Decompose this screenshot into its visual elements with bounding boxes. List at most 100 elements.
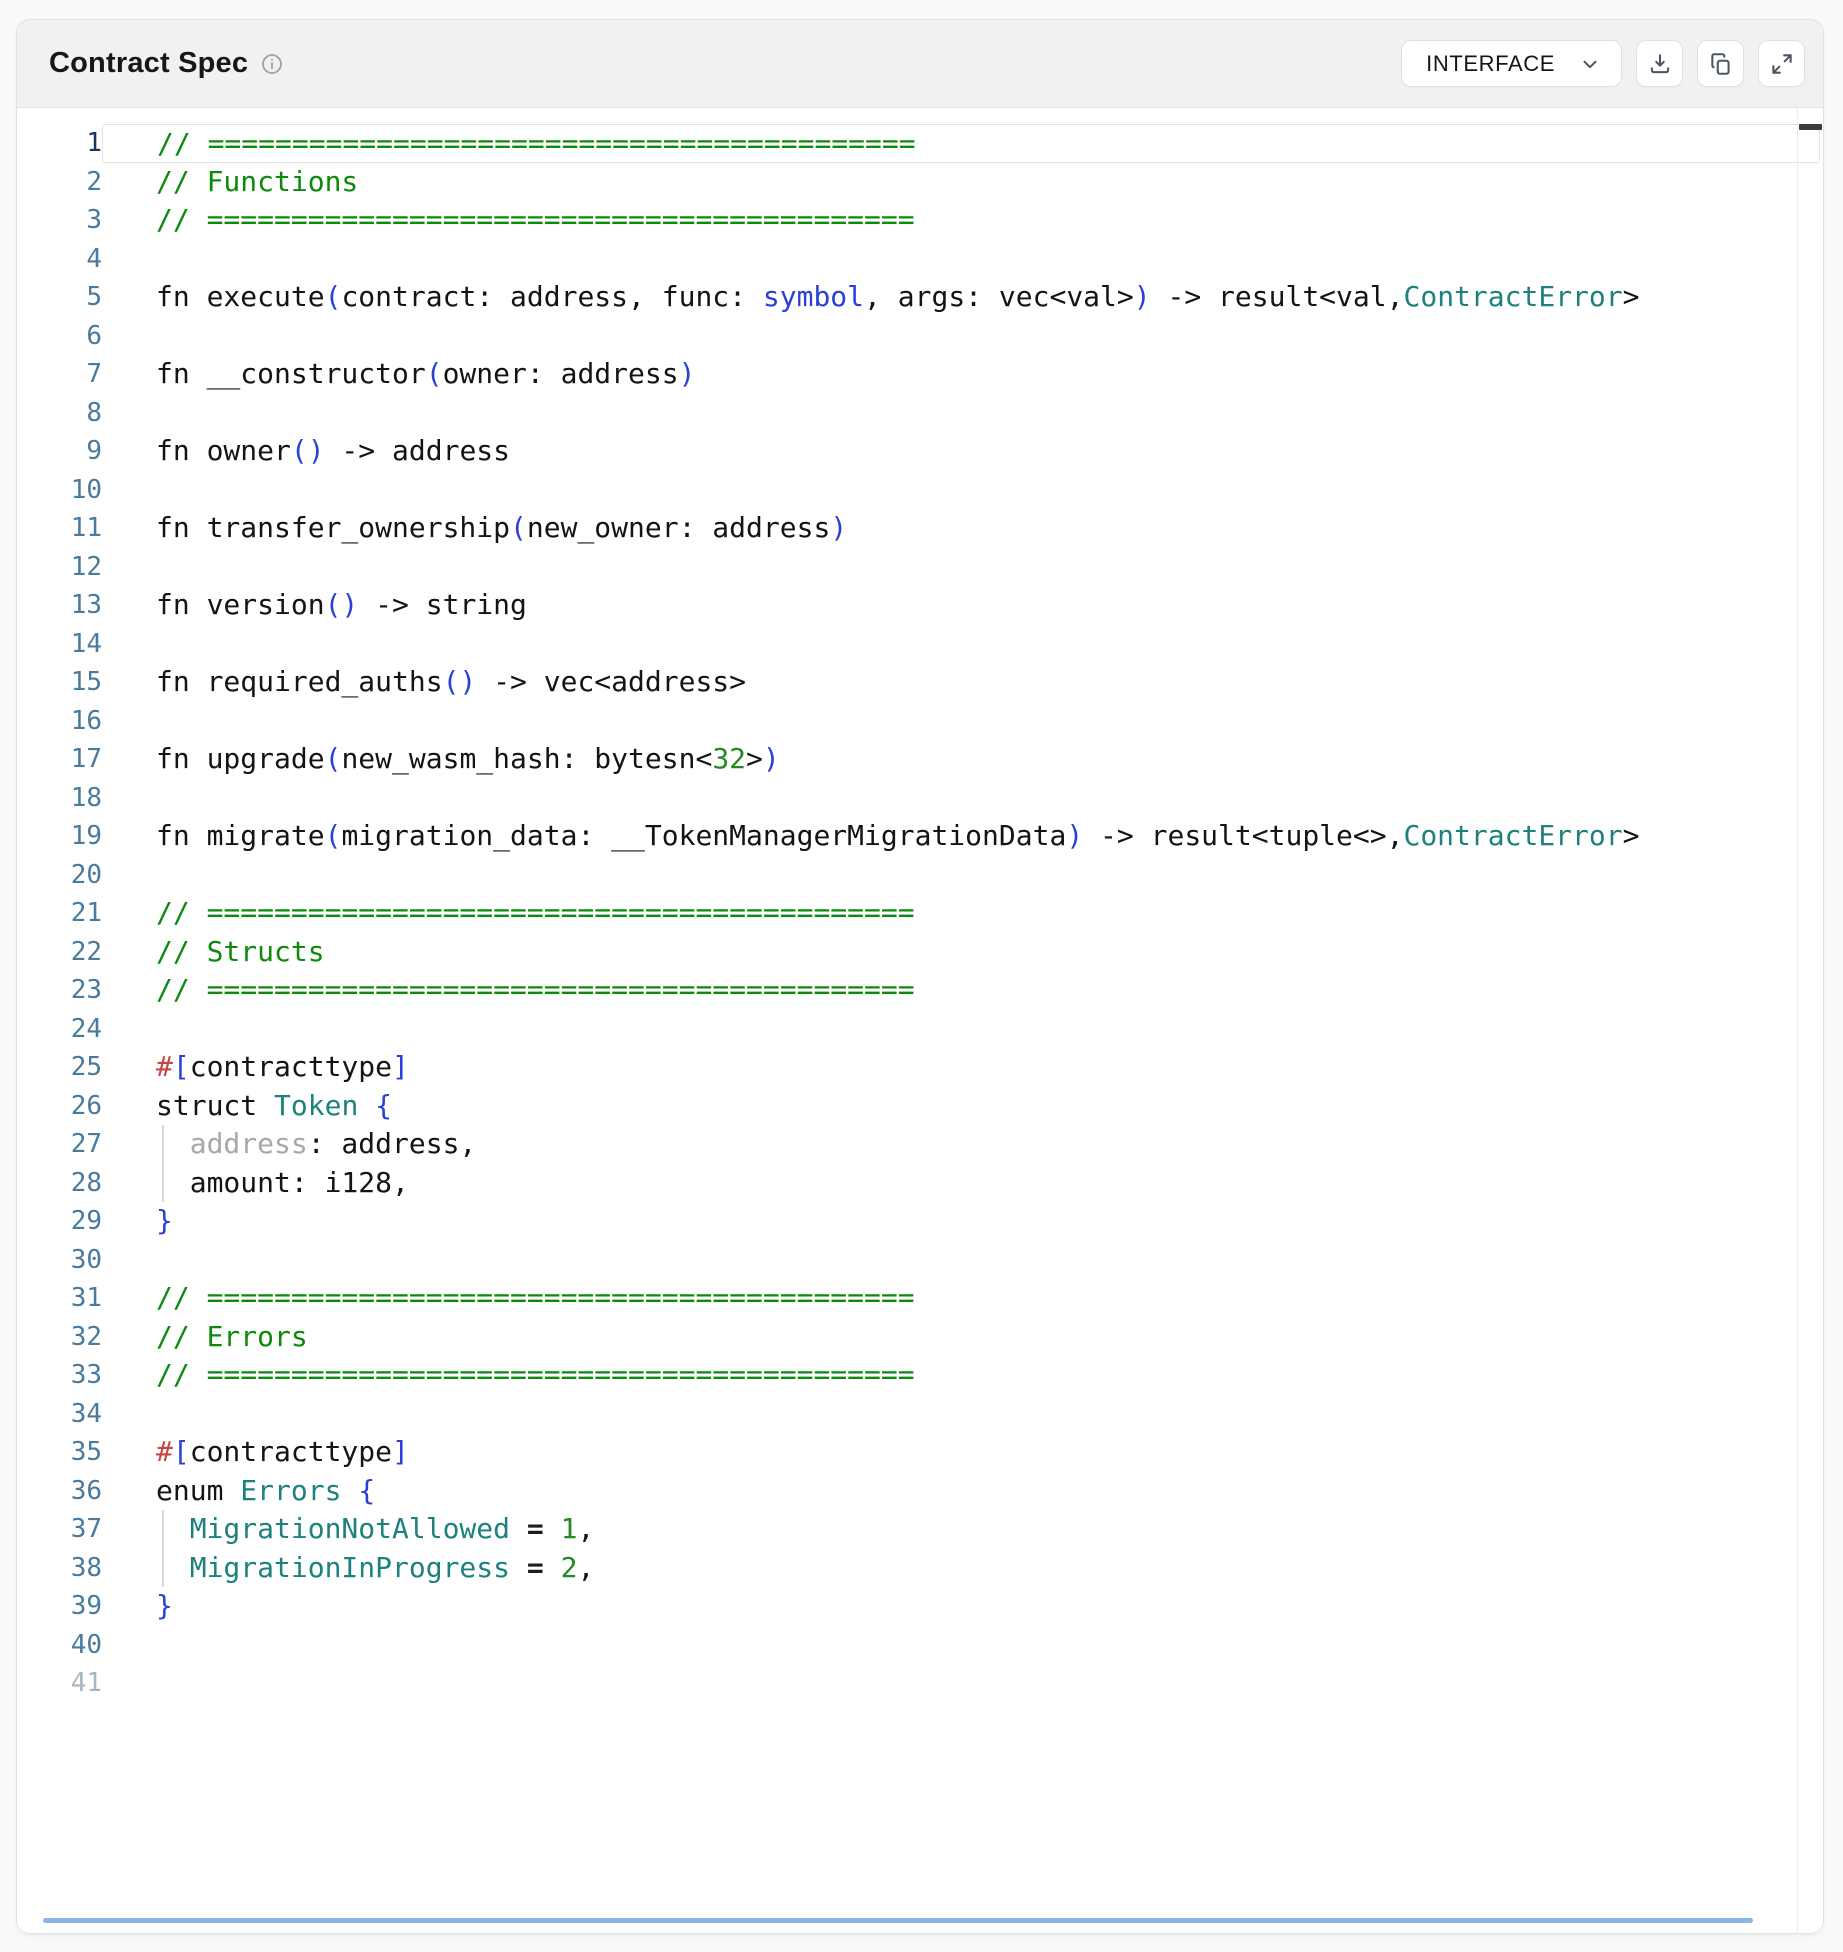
code-line: 29} — [17, 1202, 1823, 1241]
line-number: 8 — [17, 394, 102, 433]
line-number: 17 — [17, 740, 102, 779]
code-line-text: fn version() -> string — [102, 586, 1820, 625]
code-line-text — [102, 1664, 1820, 1703]
code-line-text: // Structs — [102, 933, 1820, 972]
line-number: 21 — [17, 894, 102, 933]
line-number: 3 — [17, 201, 102, 240]
line-number: 26 — [17, 1087, 102, 1126]
code-line: 2// Functions — [17, 163, 1823, 202]
code-line: 5fn execute(contract: address, func: sym… — [17, 278, 1823, 317]
line-number: 20 — [17, 856, 102, 895]
fullscreen-button[interactable] — [1758, 40, 1805, 87]
line-number: 40 — [17, 1626, 102, 1665]
code-line: 9fn owner() -> address — [17, 432, 1823, 471]
line-number: 39 — [17, 1587, 102, 1626]
code-line-text — [102, 471, 1820, 510]
line-number: 27 — [17, 1125, 102, 1164]
code-line: 6 — [17, 317, 1823, 356]
code-line-text: // Errors — [102, 1318, 1820, 1357]
code-line-text — [102, 702, 1820, 741]
code-line: 20 — [17, 856, 1823, 895]
code-editor[interactable]: 1// ====================================… — [17, 108, 1823, 1933]
code-line-text: // =====================================… — [102, 1356, 1820, 1395]
code-line-text: struct Token { — [102, 1087, 1820, 1126]
code-line-text — [102, 779, 1820, 818]
line-number: 13 — [17, 586, 102, 625]
code-line: 3// ====================================… — [17, 201, 1823, 240]
info-icon[interactable] — [260, 52, 284, 76]
code-line: 41 — [17, 1664, 1823, 1703]
line-number: 30 — [17, 1241, 102, 1280]
code-line-text: } — [102, 1202, 1820, 1241]
download-button[interactable] — [1636, 40, 1683, 87]
code-line-text: MigrationNotAllowed = 1, — [102, 1510, 1820, 1549]
line-number: 37 — [17, 1510, 102, 1549]
code-line-text: } — [102, 1587, 1820, 1626]
vertical-scrollbar-thumb[interactable] — [1799, 124, 1822, 130]
code-line: 32// Errors — [17, 1318, 1823, 1357]
copy-button[interactable] — [1697, 40, 1744, 87]
code-line: 22// Structs — [17, 933, 1823, 972]
code-line-text: fn execute(contract: address, func: symb… — [102, 278, 1820, 317]
code-line-text: // =====================================… — [102, 1279, 1820, 1318]
fullscreen-icon — [1769, 51, 1795, 77]
code-line: 33// ===================================… — [17, 1356, 1823, 1395]
code-line: 15fn required_auths() -> vec<address> — [17, 663, 1823, 702]
code-line-text: amount: i128, — [102, 1164, 1820, 1203]
line-number: 15 — [17, 663, 102, 702]
line-number: 10 — [17, 471, 102, 510]
code-line-text — [102, 625, 1820, 664]
line-number: 11 — [17, 509, 102, 548]
code-line-text: // =====================================… — [102, 124, 1820, 163]
code-line: 40 — [17, 1626, 1823, 1665]
code-line: 12 — [17, 548, 1823, 587]
code-line-text: enum Errors { — [102, 1472, 1820, 1511]
code-lines-container: 1// ====================================… — [17, 108, 1823, 1703]
code-line-text — [102, 1241, 1820, 1280]
code-line: 28 amount: i128, — [17, 1164, 1823, 1203]
code-line: 7fn __constructor(owner: address) — [17, 355, 1823, 394]
line-number: 1 — [17, 124, 102, 163]
line-number: 35 — [17, 1433, 102, 1472]
line-number: 7 — [17, 355, 102, 394]
line-number: 31 — [17, 1279, 102, 1318]
line-number: 36 — [17, 1472, 102, 1511]
line-number: 2 — [17, 163, 102, 202]
code-line: 31// ===================================… — [17, 1279, 1823, 1318]
line-number: 4 — [17, 240, 102, 279]
code-line: 21// ===================================… — [17, 894, 1823, 933]
code-line: 35#[contracttype] — [17, 1433, 1823, 1472]
code-line-text — [102, 1626, 1820, 1665]
code-line-text: fn upgrade(new_wasm_hash: bytesn<32>) — [102, 740, 1820, 779]
code-line-text: fn owner() -> address — [102, 432, 1820, 471]
page-title: Contract Spec — [49, 47, 248, 80]
code-line-text — [102, 240, 1820, 279]
indent-guide — [162, 1510, 164, 1549]
line-number: 29 — [17, 1202, 102, 1241]
line-number: 24 — [17, 1010, 102, 1049]
code-line-text: MigrationInProgress = 2, — [102, 1549, 1820, 1588]
code-line: 16 — [17, 702, 1823, 741]
code-line-text: // Functions — [102, 163, 1820, 202]
code-line-text — [102, 394, 1820, 433]
horizontal-scrollbar-thumb[interactable] — [43, 1918, 1753, 1923]
code-line: 23// ===================================… — [17, 971, 1823, 1010]
vertical-scrollbar-track[interactable] — [1797, 108, 1823, 1933]
code-line-text — [102, 548, 1820, 587]
code-line: 27 address: address, — [17, 1125, 1823, 1164]
code-line: 26struct Token { — [17, 1087, 1823, 1126]
code-line-text: #[contracttype] — [102, 1048, 1820, 1087]
line-number: 12 — [17, 548, 102, 587]
code-line-text — [102, 856, 1820, 895]
code-line-text — [102, 1395, 1820, 1434]
line-number: 28 — [17, 1164, 102, 1203]
code-line: 36enum Errors { — [17, 1472, 1823, 1511]
code-line: 1// ====================================… — [17, 124, 1823, 163]
code-line-text: fn required_auths() -> vec<address> — [102, 663, 1820, 702]
code-line-text: fn __constructor(owner: address) — [102, 355, 1820, 394]
line-number: 23 — [17, 971, 102, 1010]
code-line: 30 — [17, 1241, 1823, 1280]
code-line-text — [102, 317, 1820, 356]
spec-type-dropdown[interactable]: INTERFACE — [1401, 40, 1622, 87]
line-number: 33 — [17, 1356, 102, 1395]
